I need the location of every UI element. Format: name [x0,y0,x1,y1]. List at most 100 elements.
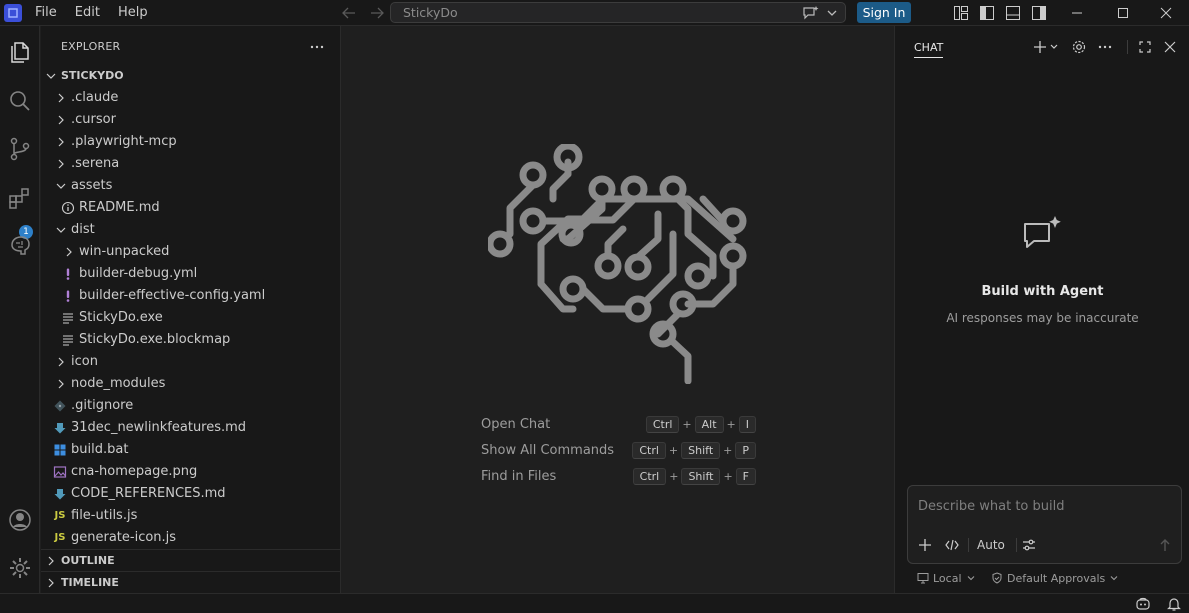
chevron-right-icon [48,556,54,566]
local-selector[interactable]: Local [917,570,976,586]
file-row[interactable]: JS generate-icon.js [41,527,341,549]
tools-icon[interactable] [944,536,960,554]
maximize-button[interactable] [1100,0,1146,26]
javascript-icon: JS [54,510,66,521]
menu-help[interactable]: Help [109,0,157,26]
explorer-root[interactable]: STICKYDO [41,65,341,87]
chevron-right-icon [48,578,54,588]
file-label: StickyDo.exe.blockmap [79,332,231,347]
folder-row[interactable]: .serena [41,153,341,175]
chevron-down-icon[interactable] [1049,39,1059,55]
menu-bar: File Edit Help [26,0,157,26]
file-label: README.md [79,200,160,215]
folder-row[interactable]: node_modules [41,373,341,395]
file-row[interactable]: builder-debug.yml [41,263,341,285]
shortcut-row[interactable]: Find in Files Ctrl + Shift + F [481,467,756,487]
approvals-selector[interactable]: Default Approvals [991,570,1119,586]
add-context-icon[interactable] [918,536,932,554]
send-icon[interactable] [1158,536,1172,554]
back-arrow-icon[interactable] [340,5,358,21]
folder-row[interactable]: .playwright-mcp [41,131,341,153]
file-label: generate-icon.js [71,530,177,545]
new-chat-icon[interactable] [1032,39,1048,55]
timeline-section[interactable]: TIMELINE [41,571,341,593]
more-actions-icon[interactable] [1097,39,1113,55]
chat-input-placeholder: Describe what to build [918,499,1065,514]
file-row[interactable]: StickyDo.exe [41,307,341,329]
keybinding: Ctrl + Shift + F [632,468,756,485]
shortcut-row[interactable]: Open Chat Ctrl + Alt + I [481,415,756,435]
folder-row[interactable]: icon [41,351,341,373]
folder-label: .serena [71,156,120,171]
file-label: builder-effective-config.yaml [79,288,266,303]
bell-icon[interactable] [1166,596,1182,612]
account-icon[interactable] [6,506,34,534]
more-actions-icon[interactable] [309,40,325,54]
file-row[interactable]: README.md [41,197,341,219]
outline-section[interactable]: OUTLINE [41,549,341,571]
extensions-icon[interactable] [6,184,34,212]
forward-arrow-icon[interactable] [368,5,386,21]
chat-title: Build with Agent [981,284,1104,299]
chevron-right-icon [55,92,67,104]
maximize-icon [1118,8,1128,18]
menu-edit[interactable]: Edit [66,0,109,26]
command-center[interactable]: StickyDo [390,2,846,23]
folder-label: .cursor [71,112,116,127]
file-row[interactable]: .gitignore [41,395,341,417]
mode-selector[interactable]: Auto [977,536,1005,554]
folder-row[interactable]: .cursor [41,109,341,131]
folder-label: icon [71,354,98,369]
shortcut-row[interactable]: Show All Commands Ctrl + Shift + P [481,441,756,461]
explorer-root-label: STICKYDO [61,69,124,82]
customize-layout-icon[interactable] [952,4,970,22]
chevron-right-icon [55,114,67,126]
shortcut-label: Open Chat [481,417,551,432]
key-separator: + [723,470,733,483]
close-window-button[interactable] [1143,0,1189,26]
chevron-right-icon [55,356,67,368]
search-icon[interactable] [6,87,34,115]
toggle-secondary-sidebar-icon[interactable] [1030,4,1048,22]
toggle-primary-sidebar-icon[interactable] [978,4,996,22]
gear-icon[interactable] [1071,39,1087,55]
chat-sparkle-icon[interactable] [802,5,820,21]
chevron-down-icon[interactable] [826,6,838,20]
gear-icon[interactable] [6,554,34,582]
settings-sliders-icon[interactable] [1021,536,1037,554]
windows-icon [53,443,67,457]
source-control-icon[interactable] [6,135,34,163]
copilot-icon[interactable] [1135,596,1151,612]
toggle-panel-icon[interactable] [1004,4,1022,22]
close-icon[interactable] [1162,39,1178,55]
maximize-panel-icon[interactable] [1137,39,1153,55]
status-bar [0,593,1189,613]
explorer-icon[interactable] [6,38,34,66]
file-row[interactable]: build.bat [41,439,341,461]
file-row[interactable]: 31dec_newlinkfeatures.md [41,417,341,439]
key-cap: Ctrl [632,442,666,459]
minimize-icon [1072,12,1082,14]
file-row[interactable]: StickyDo.exe.blockmap [41,329,341,351]
file-row[interactable]: CODE_REFERENCES.md [41,483,341,505]
file-row[interactable]: cna-homepage.png [41,461,341,483]
folder-label: assets [71,178,113,193]
folder-row[interactable]: .claude [41,87,341,109]
sign-in-button[interactable]: Sign In [857,2,911,23]
shortcut-label: Find in Files [481,469,557,484]
folder-row[interactable]: dist [41,219,341,241]
file-row[interactable]: JS file-utils.js [41,505,341,527]
chevron-right-icon [63,246,75,258]
file-lines-icon [61,311,75,325]
brain-icon[interactable] [6,231,34,259]
chat-input-box[interactable]: Describe what to build Auto [907,485,1182,564]
file-row[interactable]: builder-effective-config.yaml [41,285,341,307]
minimize-button[interactable] [1054,0,1100,26]
close-icon [1160,7,1172,19]
tab-chat[interactable]: CHAT [914,41,944,58]
menu-file[interactable]: File [26,0,66,26]
shortcut-label: Show All Commands [481,443,615,458]
folder-row[interactable]: win-unpacked [41,241,341,263]
folder-row[interactable]: assets [41,175,341,197]
markdown-icon [53,487,67,501]
